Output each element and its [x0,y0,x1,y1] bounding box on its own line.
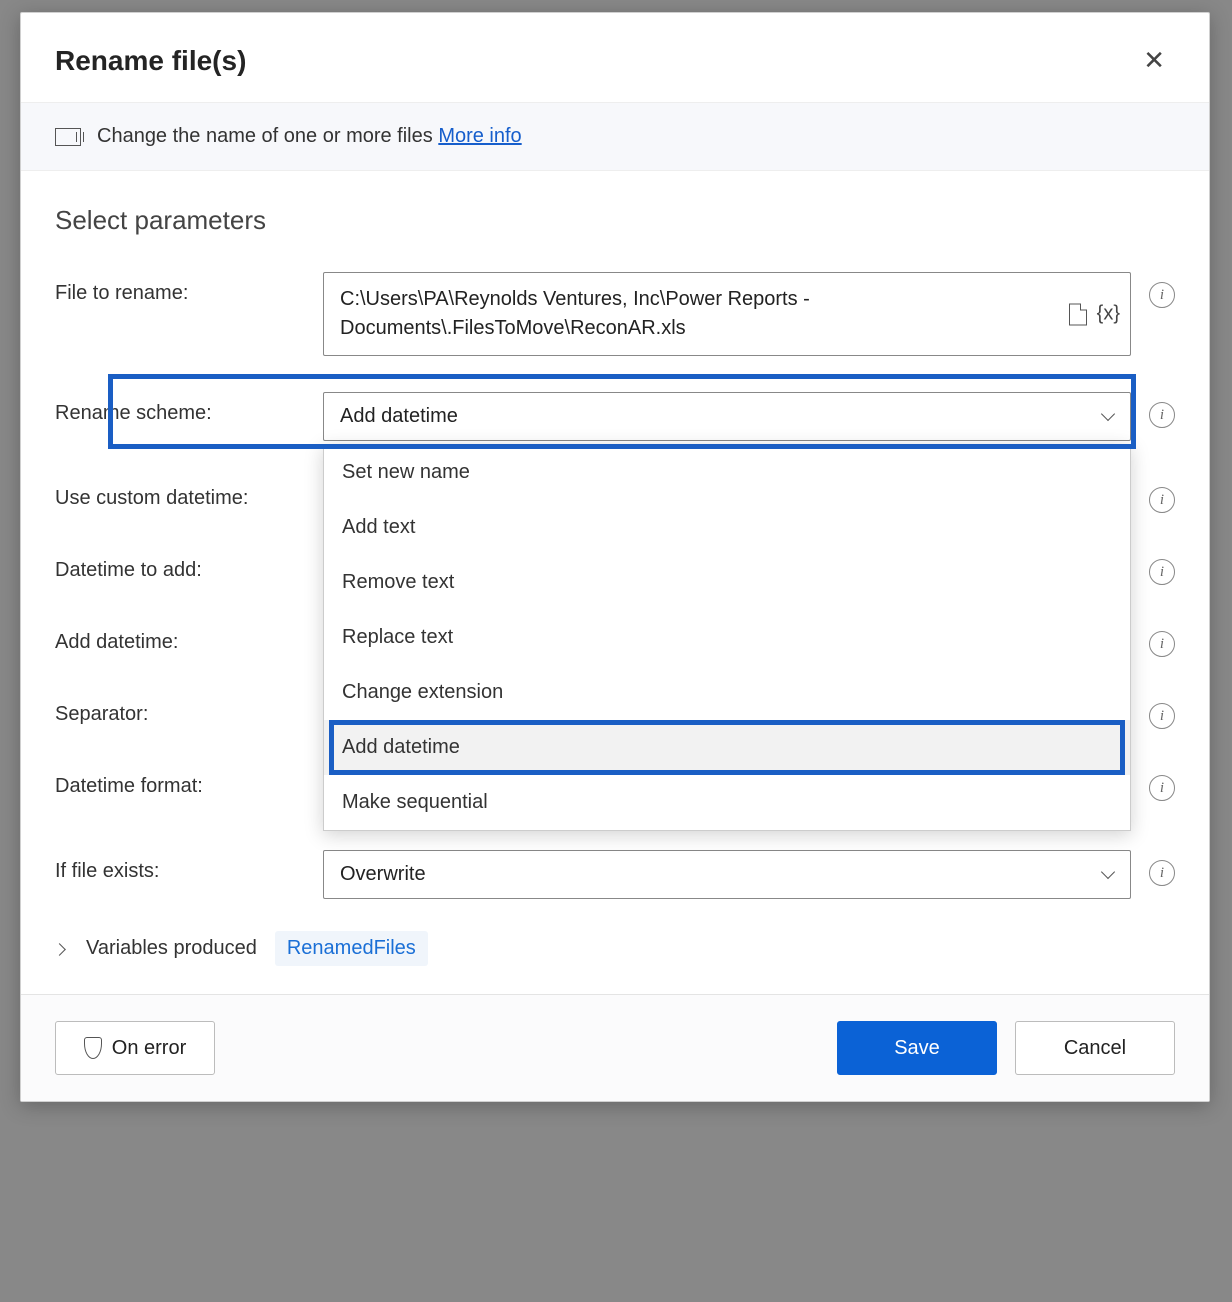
label-if-file-exists: If file exists: [55,850,305,883]
dialog-description-text: Change the name of one or more files [97,125,438,147]
option-add-datetime-label: Add datetime [342,736,460,758]
file-to-rename-value: C:\Users\PA\Reynolds Ventures, Inc\Power… [340,288,810,339]
shield-icon [84,1037,102,1059]
label-datetime-to-add: Datetime to add: [55,549,305,582]
if-file-exists-selected: Overwrite [340,863,426,885]
row-file-to-rename: File to rename: C:\Users\PA\Reynolds Ven… [55,254,1175,374]
option-add-datetime[interactable]: Add datetime [324,720,1130,775]
chevron-down-icon [1100,867,1116,883]
label-use-custom-datetime: Use custom datetime: [55,477,305,510]
variable-renamed-files[interactable]: RenamedFiles [275,931,428,966]
row-if-file-exists: If file exists: Overwrite i [55,832,1175,917]
option-replace-text[interactable]: Replace text [324,610,1130,665]
save-button[interactable]: Save [837,1021,997,1075]
chevron-down-icon [1100,409,1116,425]
row-rename-scheme: Rename scheme: Add datetime Set new name… [55,374,1175,459]
more-info-link[interactable]: More info [438,125,521,147]
dialog-header: Rename file(s) ✕ [21,13,1209,102]
file-to-rename-input[interactable]: C:\Users\PA\Reynolds Ventures, Inc\Power… [323,272,1131,356]
option-add-text[interactable]: Add text [324,500,1130,555]
option-remove-text[interactable]: Remove text [324,555,1130,610]
rename-scheme-select[interactable]: Add datetime [323,392,1131,441]
dialog-title: Rename file(s) [55,45,246,77]
variables-produced-row[interactable]: Variables produced RenamedFiles [55,917,1175,974]
info-icon[interactable]: i [1149,860,1175,886]
on-error-button[interactable]: On error [55,1021,215,1075]
rename-files-dialog: Rename file(s) ✕ Change the name of one … [20,12,1210,1102]
option-set-new-name[interactable]: Set new name [324,445,1130,500]
label-rename-scheme: Rename scheme: [55,392,305,425]
rename-scheme-selected: Add datetime [340,405,458,427]
info-icon[interactable]: i [1149,775,1175,801]
option-make-sequential[interactable]: Make sequential [324,775,1130,830]
info-icon[interactable]: i [1149,487,1175,513]
close-icon[interactable]: ✕ [1133,39,1175,82]
label-separator: Separator: [55,693,305,726]
on-error-label: On error [112,1037,186,1060]
label-add-datetime: Add datetime: [55,621,305,654]
chevron-right-icon [55,937,68,960]
rename-icon [55,128,81,146]
if-file-exists-select[interactable]: Overwrite [323,850,1131,899]
label-datetime-format: Datetime format: [55,765,305,798]
file-picker-icon[interactable] [1069,303,1087,325]
parameters-section: File to rename: C:\Users\PA\Reynolds Ven… [21,244,1209,994]
dialog-footer: On error Save Cancel [21,994,1209,1101]
info-icon[interactable]: i [1149,703,1175,729]
dialog-description: Change the name of one or more files Mor… [97,125,522,148]
label-file-to-rename: File to rename: [55,272,305,305]
info-icon[interactable]: i [1149,402,1175,428]
dialog-subheader: Change the name of one or more files Mor… [21,102,1209,171]
option-change-extension[interactable]: Change extension [324,665,1130,720]
info-icon[interactable]: i [1149,559,1175,585]
info-icon[interactable]: i [1149,282,1175,308]
variable-token-icon[interactable]: {x} [1097,300,1120,329]
variables-produced-label: Variables produced [86,937,257,960]
cancel-button[interactable]: Cancel [1015,1021,1175,1075]
section-title: Select parameters [21,171,1209,244]
info-icon[interactable]: i [1149,631,1175,657]
rename-scheme-dropdown: Set new name Add text Remove text Replac… [323,444,1131,831]
